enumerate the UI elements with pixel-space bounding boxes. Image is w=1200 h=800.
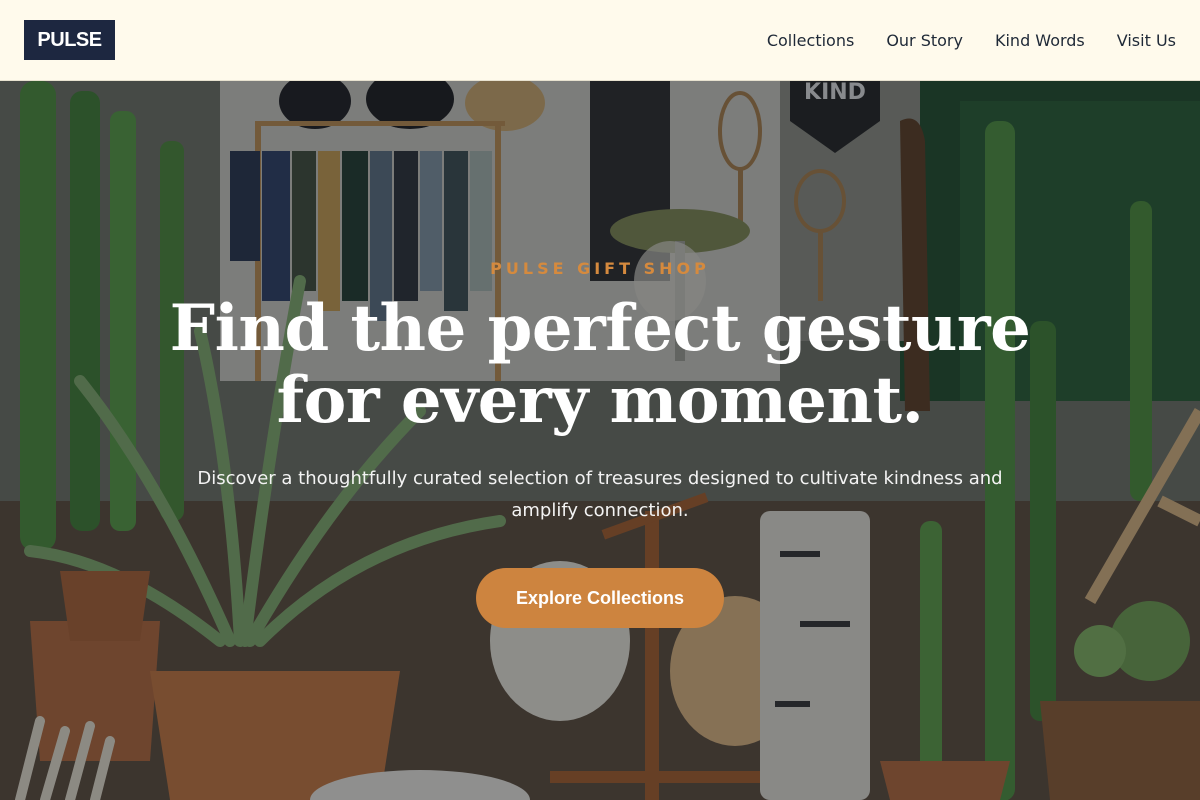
hero-headline: Find the perfect gesture for every momen… — [100, 293, 1100, 437]
main-nav: Collections Our Story Kind Words Visit U… — [767, 31, 1176, 50]
nav-link-our-story[interactable]: Our Story — [886, 31, 963, 50]
hero-subhead: Discover a thoughtfully curated selectio… — [197, 468, 1003, 521]
site-header: PULSE Collections Our Story Kind Words V… — [0, 0, 1200, 81]
hero-content: PULSE GIFT SHOP Find the perfect gesture… — [0, 81, 1200, 800]
nav-link-collections[interactable]: Collections — [767, 31, 854, 50]
explore-collections-button[interactable]: Explore Collections — [476, 568, 724, 628]
nav-link-visit-us[interactable]: Visit Us — [1117, 31, 1176, 50]
nav-link-kind-words[interactable]: Kind Words — [995, 31, 1085, 50]
hero-eyebrow: PULSE GIFT SHOP — [490, 259, 710, 278]
logo[interactable]: PULSE — [24, 20, 115, 60]
hero-section: KIND PULSE GIFT SHOP Find the perfect ge… — [0, 81, 1200, 800]
hero-headline-line1: Find the perfect gesture — [169, 291, 1031, 366]
hero-headline-line2: for every moment. — [276, 363, 924, 438]
